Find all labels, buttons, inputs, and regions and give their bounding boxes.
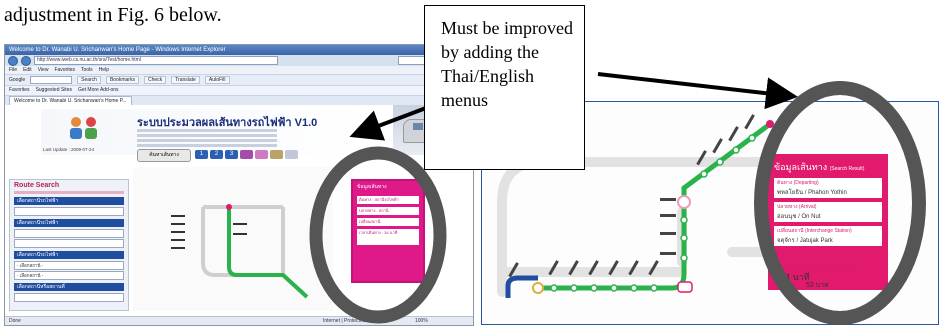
highlight-circle-left <box>309 146 447 324</box>
highlight-circle-right <box>754 81 926 325</box>
callout-arrow-right <box>597 72 798 110</box>
callout-text: Must be improved by adding the Thai/Engl… <box>441 18 573 110</box>
callout-box: Must be improved by adding the Thai/Engl… <box>424 5 585 170</box>
callout-arrow-left <box>349 106 427 141</box>
